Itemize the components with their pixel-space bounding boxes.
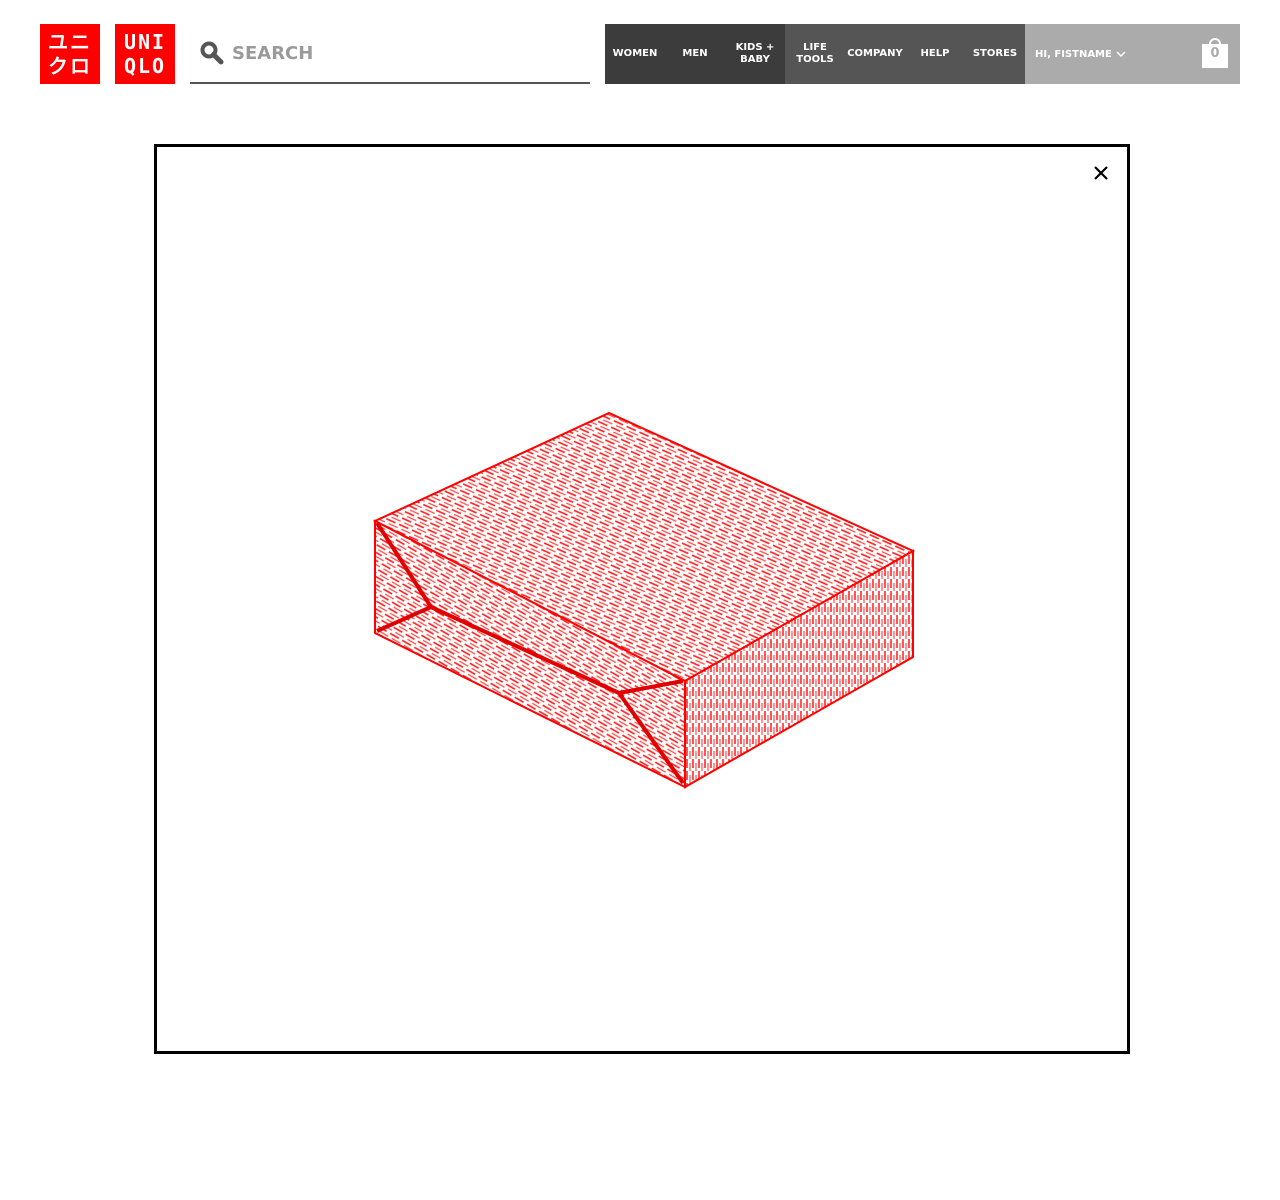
nav-kids-baby[interactable]: KIDS + BABY <box>725 24 785 84</box>
nav-life-tools[interactable]: LIFE TOOLS <box>785 24 845 84</box>
search-bar <box>190 24 590 84</box>
account-menu[interactable]: HI, FISTNAME <box>1035 49 1126 60</box>
nav-men[interactable]: MEN <box>665 24 725 84</box>
account-area: HI, FISTNAME 0 <box>1025 24 1240 84</box>
nav-stores[interactable]: STORES <box>965 24 1025 84</box>
nav-help[interactable]: HELP <box>905 24 965 84</box>
cart-count: 0 <box>1210 46 1220 61</box>
uniqlo-logo-latin[interactable]: UNI QLO <box>115 24 175 84</box>
nav-company[interactable]: COMPANY <box>845 24 905 84</box>
search-icon[interactable] <box>200 40 226 66</box>
site-header: ユニ クロ UNI QLO WOMEN MEN KIDS + BABY LIFE… <box>0 0 1280 108</box>
gift-box-illustration <box>373 411 916 789</box>
account-greeting: HI, FISTNAME <box>1035 48 1112 60</box>
chevron-down-icon <box>1116 50 1126 58</box>
search-input[interactable] <box>232 33 572 73</box>
close-button[interactable] <box>1091 163 1111 183</box>
uniqlo-logo-katakana[interactable]: ユニ クロ <box>40 24 100 84</box>
shopping-bag-button[interactable]: 0 <box>1202 38 1228 68</box>
close-icon <box>1094 166 1108 180</box>
nav-women[interactable]: WOMEN <box>605 24 665 84</box>
gift-wrap-modal <box>154 144 1130 1054</box>
main-nav: WOMEN MEN KIDS + BABY LIFE TOOLS COMPANY… <box>605 24 1240 84</box>
